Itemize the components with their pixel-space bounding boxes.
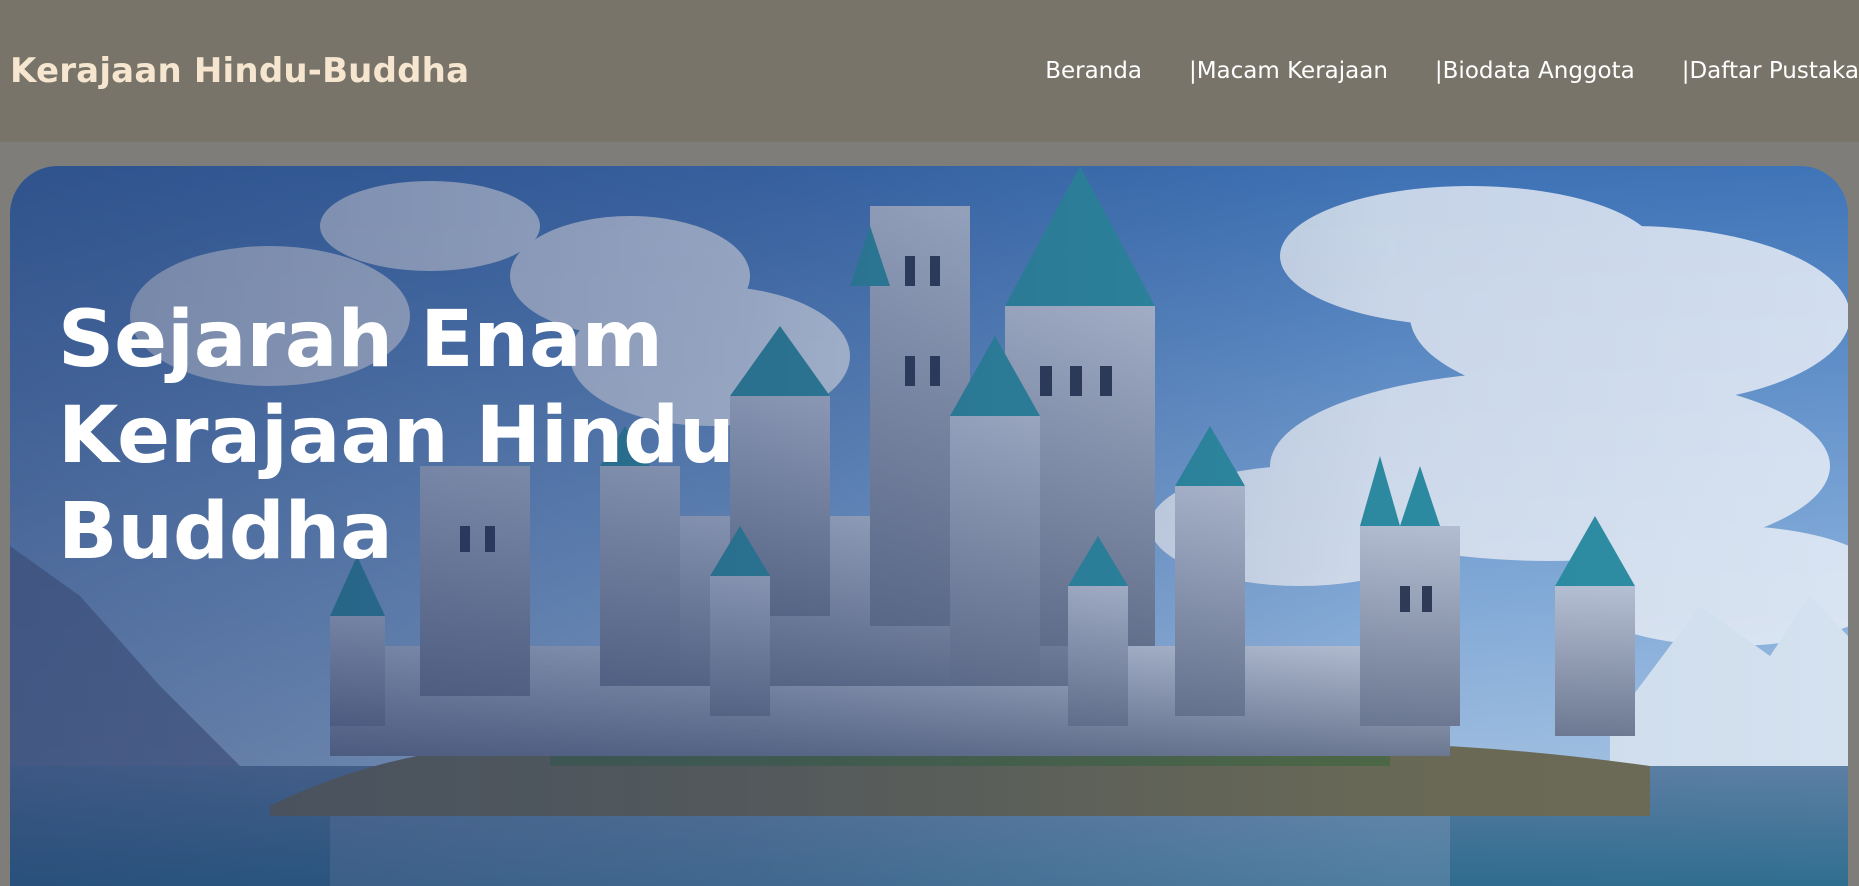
nav-link-daftar-pustaka[interactable]: |Daftar Pustaka — [1682, 58, 1859, 84]
nav-link-biodata-anggota[interactable]: |Biodata Anggota — [1435, 58, 1635, 84]
hero-banner: Sejarah Enam Kerajaan Hindu Buddha — [10, 166, 1848, 886]
main-nav: Beranda |Macam Kerajaan |Biodata Anggota… — [1045, 58, 1859, 84]
nav-link-beranda[interactable]: Beranda — [1045, 58, 1142, 84]
hero-title: Sejarah Enam Kerajaan Hindu Buddha — [58, 295, 735, 577]
top-navbar: Kerajaan Hindu-Buddha Beranda |Macam Ker… — [0, 0, 1859, 142]
nav-link-macam-kerajaan[interactable]: |Macam Kerajaan — [1189, 58, 1388, 84]
site-brand[interactable]: Kerajaan Hindu-Buddha — [10, 51, 469, 91]
